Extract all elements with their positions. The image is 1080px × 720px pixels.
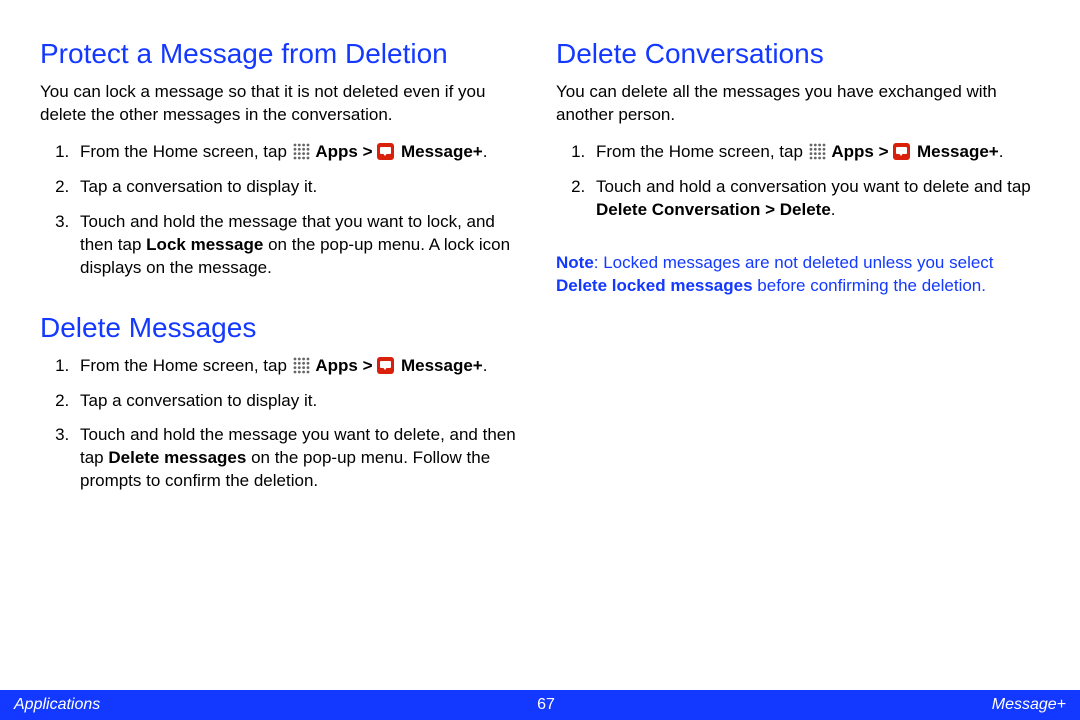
message-plus-label: Message+ [917,142,999,161]
apps-label: Apps [315,356,358,375]
steps-protect: From the Home screen, tap Apps > Message… [40,141,524,280]
step-1: From the Home screen, tap Apps > Message… [590,141,1040,164]
message-plus-label: Message+ [401,356,483,375]
message-plus-icon [377,357,394,374]
note-label: Note [556,253,594,272]
heading-protect-message: Protect a Message from Deletion [40,36,524,71]
step-3: Touch and hold the message that you want… [74,211,524,280]
footer-left: Applications [14,696,100,714]
left-column: Protect a Message from Deletion You can … [40,36,524,680]
footer-page-number: 67 [537,696,555,714]
message-plus-label: Message+ [401,142,483,161]
apps-icon [293,143,310,160]
manual-page: Protect a Message from Deletion You can … [0,0,1080,720]
heading-delete-messages: Delete Messages [40,310,524,345]
step-2: Tap a conversation to display it. [74,176,524,199]
steps-delete-conversations: From the Home screen, tap Apps > Message… [556,141,1040,222]
intro-protect: You can lock a message so that it is not… [40,81,524,127]
apps-label: Apps [831,142,874,161]
right-column: Delete Conversations You can delete all … [556,36,1040,680]
step-3: Touch and hold the message you want to d… [74,424,524,493]
note-bold: Delete locked messages [556,276,753,295]
apps-icon [809,143,826,160]
message-plus-icon [893,143,910,160]
steps-delete-messages: From the Home screen, tap Apps > Message… [40,355,524,494]
step-1: From the Home screen, tap Apps > Message… [74,141,524,164]
step-2: Touch and hold a conversation you want t… [590,176,1040,222]
period: . [483,142,488,161]
step2-b: . [831,200,836,219]
heading-delete-conversations: Delete Conversations [556,36,1040,71]
message-plus-icon [377,143,394,160]
period: . [999,142,1004,161]
page-content: Protect a Message from Deletion You can … [0,0,1080,690]
footer-right: Message+ [992,696,1066,714]
period: . [483,356,488,375]
note-b: before confirming the deletion. [753,276,986,295]
gt: > [358,142,377,161]
note-a: : Locked messages are not deleted unless… [594,253,994,272]
apps-label: Apps [315,142,358,161]
intro-delete-conv: You can delete all the messages you have… [556,81,1040,127]
apps-icon [293,357,310,374]
step-1: From the Home screen, tap Apps > Message… [74,355,524,378]
step-text: From the Home screen, tap [596,142,808,161]
step-text: From the Home screen, tap [80,356,292,375]
step-text: From the Home screen, tap [80,142,292,161]
gt: > [358,356,377,375]
delete-conversation-bold: Delete Conversation > Delete [596,200,831,219]
lock-message-bold: Lock message [146,235,263,254]
step-2: Tap a conversation to display it. [74,390,524,413]
step2-a: Touch and hold a conversation you want t… [596,177,1031,196]
page-footer: Applications 67 Message+ [0,690,1080,720]
note-locked-messages: Note: Locked messages are not deleted un… [556,252,1040,298]
gt: > [874,142,893,161]
delete-messages-bold: Delete messages [108,448,246,467]
